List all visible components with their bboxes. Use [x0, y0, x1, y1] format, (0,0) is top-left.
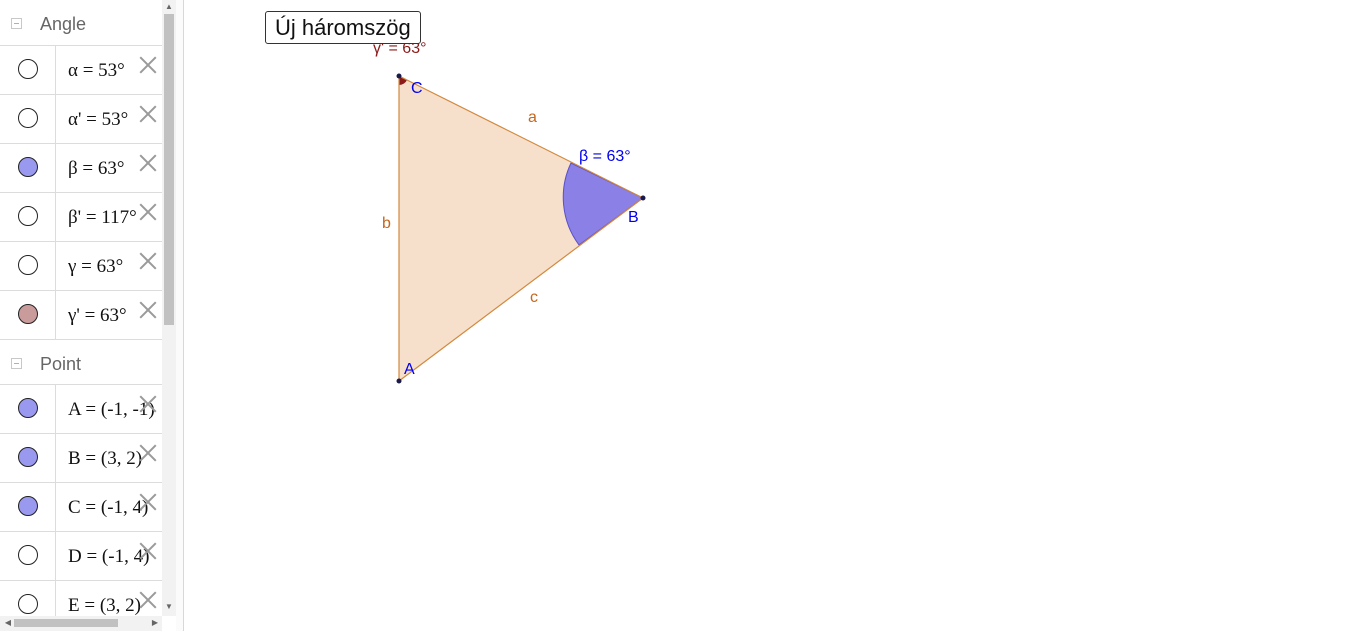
algebra-definition[interactable]: C = (-1, 4): [68, 497, 148, 519]
visibility-toggle[interactable]: [18, 496, 38, 516]
visibility-cell: [0, 95, 56, 143]
delete-icon[interactable]: [139, 203, 157, 221]
segment-b-label[interactable]: b: [382, 215, 391, 232]
delete-icon[interactable]: [139, 395, 157, 413]
algebra-row-alpha[interactable]: α = 53°: [0, 46, 162, 95]
point-b[interactable]: [640, 195, 646, 201]
algebra-row-point-e[interactable]: E = (3, 2): [0, 581, 162, 616]
visibility-toggle[interactable]: [18, 594, 38, 614]
visibility-cell: [0, 144, 56, 192]
algebra-definition[interactable]: α' = 53°: [68, 109, 128, 131]
algebra-row-gamma-prime[interactable]: γ' = 63°: [0, 291, 162, 340]
visibility-cell: [0, 242, 56, 290]
algebra-row-point-b[interactable]: B = (3, 2): [0, 434, 162, 483]
scroll-left-arrow-icon[interactable]: ◀: [3, 617, 13, 629]
algebra-definition[interactable]: B = (3, 2): [68, 448, 142, 470]
angle-beta-label[interactable]: β = 63°: [579, 148, 631, 165]
delete-icon[interactable]: [139, 56, 157, 74]
visibility-cell: [0, 581, 56, 616]
group-label-point: Point: [40, 354, 82, 374]
scroll-up-arrow-icon[interactable]: ▲: [164, 3, 174, 11]
visibility-toggle[interactable]: [18, 157, 38, 177]
algebra-row-point-d[interactable]: D = (-1, 4): [0, 532, 162, 581]
algebra-definition[interactable]: β' = 117°: [68, 207, 137, 229]
scroll-down-arrow-icon[interactable]: ▼: [164, 603, 174, 611]
algebra-definition[interactable]: γ' = 63°: [68, 305, 127, 327]
scroll-right-arrow-icon[interactable]: ▶: [150, 617, 160, 629]
visibility-toggle[interactable]: [18, 447, 38, 467]
visibility-cell: [0, 46, 56, 94]
angle-beta-sector[interactable]: [562, 162, 644, 246]
delete-icon[interactable]: [139, 252, 157, 270]
horizontal-scroll-thumb[interactable]: [14, 619, 118, 627]
triangle-polygon[interactable]: [399, 76, 643, 381]
point-c-label[interactable]: C: [411, 80, 423, 97]
algebra-row-point-a[interactable]: A = (-1, -1): [0, 385, 162, 434]
point-c[interactable]: [396, 73, 402, 79]
geometry-canvas[interactable]: γ' = 63° C B A a b c β = 63°: [185, 0, 1366, 631]
new-triangle-button[interactable]: Új háromszög: [265, 11, 421, 44]
visibility-toggle[interactable]: [18, 398, 38, 418]
segment-a-label[interactable]: a: [528, 109, 537, 126]
delete-icon[interactable]: [139, 105, 157, 123]
visibility-cell: [0, 483, 56, 531]
collapse-icon[interactable]: [11, 18, 22, 29]
algebra-definition[interactable]: E = (3, 2): [68, 595, 141, 616]
algebra-list: Angle α = 53° α' = 53° β = 63° β' = 117°…: [0, 0, 162, 616]
algebra-definition[interactable]: γ = 63°: [68, 256, 123, 278]
group-header-angle[interactable]: Angle: [0, 0, 162, 46]
visibility-cell: [0, 532, 56, 580]
delete-icon[interactable]: [139, 301, 157, 319]
algebra-row-point-c[interactable]: C = (-1, 4): [0, 483, 162, 532]
visibility-toggle[interactable]: [18, 255, 38, 275]
segment-c-label[interactable]: c: [530, 289, 538, 306]
algebra-definition[interactable]: β = 63°: [68, 158, 124, 180]
point-a[interactable]: [396, 378, 402, 384]
algebra-row-beta-prime[interactable]: β' = 117°: [0, 193, 162, 242]
visibility-toggle[interactable]: [18, 108, 38, 128]
visibility-toggle[interactable]: [18, 545, 38, 565]
visibility-cell: [0, 434, 56, 482]
visibility-cell: [0, 385, 56, 433]
vertical-scroll-thumb[interactable]: [164, 14, 174, 325]
visibility-toggle[interactable]: [18, 304, 38, 324]
delete-icon[interactable]: [139, 444, 157, 462]
visibility-cell: [0, 291, 56, 339]
algebra-row-beta[interactable]: β = 63°: [0, 144, 162, 193]
visibility-toggle[interactable]: [18, 59, 38, 79]
panel-divider[interactable]: [176, 0, 184, 631]
delete-icon[interactable]: [139, 154, 157, 172]
algebra-definition[interactable]: α = 53°: [68, 60, 125, 82]
visibility-toggle[interactable]: [18, 206, 38, 226]
graphics-view[interactable]: γ' = 63° C B A a b c β = 63° Új háromszö…: [185, 0, 1366, 631]
delete-icon[interactable]: [139, 591, 157, 609]
algebra-row-gamma[interactable]: γ = 63°: [0, 242, 162, 291]
algebra-view: Angle α = 53° α' = 53° β = 63° β' = 117°…: [0, 0, 176, 631]
algebra-row-alpha-prime[interactable]: α' = 53°: [0, 95, 162, 144]
group-label-angle: Angle: [40, 14, 87, 34]
delete-icon[interactable]: [139, 493, 157, 511]
visibility-cell: [0, 193, 56, 241]
algebra-definition[interactable]: D = (-1, 4): [68, 546, 149, 568]
delete-icon[interactable]: [139, 542, 157, 560]
group-header-point[interactable]: Point: [0, 340, 162, 385]
point-a-label[interactable]: A: [404, 361, 415, 378]
collapse-icon[interactable]: [11, 358, 22, 369]
point-b-label[interactable]: B: [628, 209, 639, 226]
